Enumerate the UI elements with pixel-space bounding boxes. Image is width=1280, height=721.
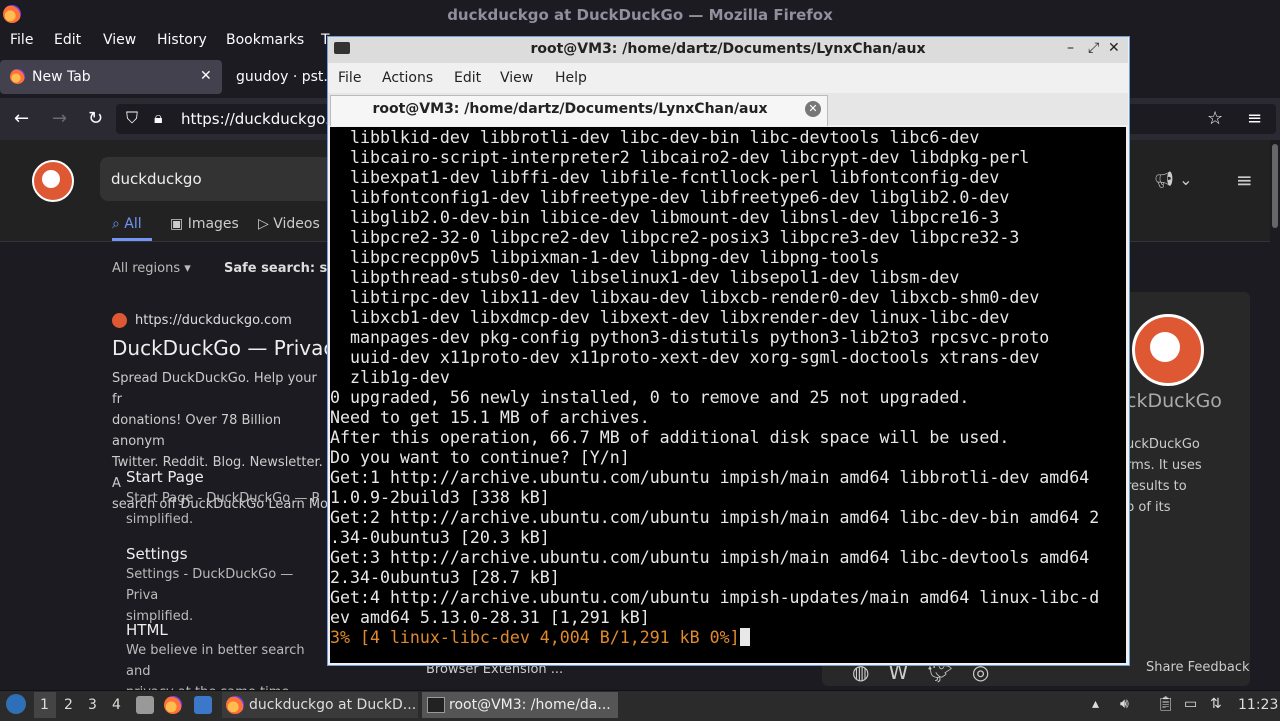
sitelink-desc-line: simplified. bbox=[126, 512, 194, 527]
tab-all-label: All bbox=[124, 216, 142, 232]
start-menu-icon[interactable] bbox=[6, 694, 26, 714]
megaphone-icon[interactable]: ⌄ 📢︎ ⌄ bbox=[1120, 170, 1193, 189]
reload-icon[interactable]: ↻ bbox=[88, 108, 103, 129]
tab-guudoy[interactable]: guudoy · pst.n bbox=[236, 69, 337, 85]
sitelink-settings[interactable]: Settings bbox=[126, 545, 188, 563]
clipboard-icon[interactable]: 📋︎ bbox=[1157, 696, 1175, 712]
minimize-icon[interactable]: – bbox=[1067, 40, 1074, 56]
menu-file[interactable]: File bbox=[10, 32, 33, 48]
sitelink-start-page-desc: Start Page - DuckDuckGo — P simplified. bbox=[126, 488, 326, 530]
workspace-3[interactable]: 3 bbox=[88, 697, 97, 713]
tab-images-label: Images bbox=[187, 216, 239, 232]
tab-all[interactable]: ⌕ All bbox=[112, 216, 142, 232]
lock-icon[interactable]: 🔒︎ bbox=[154, 108, 163, 128]
close-tab-icon[interactable]: ✕ bbox=[200, 68, 212, 84]
duck-face-icon bbox=[1150, 332, 1180, 362]
firefox-launcher-icon[interactable] bbox=[164, 696, 182, 714]
duck-face-icon bbox=[42, 170, 60, 188]
terminal-output-text: libblkid-dev libbrotli-dev libc-dev-bin … bbox=[330, 128, 1100, 627]
terminal-menu-help[interactable]: Help bbox=[555, 70, 587, 86]
menu-view[interactable]: View bbox=[103, 32, 136, 48]
knowledge-panel-snippet: uckDuckGo rms. It uses results to p of i… bbox=[1126, 434, 1226, 518]
region-dropdown[interactable]: All regions ▾ bbox=[112, 261, 191, 276]
region-label: All regions bbox=[112, 261, 181, 276]
close-window-icon[interactable]: ✕ bbox=[1108, 40, 1120, 56]
tab-images[interactable]: ▣ Images bbox=[170, 216, 239, 232]
result-url[interactable]: https://duckduckgo.com bbox=[135, 313, 292, 328]
knowledge-panel-title: ckDuckGo bbox=[1126, 390, 1222, 412]
terminal-task-icon bbox=[427, 697, 445, 713]
terminal-output[interactable]: libblkid-dev libbrotli-dev libc-dev-bin … bbox=[330, 128, 1126, 648]
workspace-4[interactable]: 4 bbox=[112, 697, 121, 713]
snippet-line: Spread DuckDuckGo. Help your fr bbox=[112, 371, 317, 407]
sitelink-html[interactable]: HTML bbox=[126, 621, 168, 639]
terminal-tab-label: root@VM3: /home/dartz/Documents/LynxChan… bbox=[372, 101, 768, 117]
search-input[interactable]: duckduckgo bbox=[111, 170, 202, 188]
firefox-task-icon bbox=[226, 696, 244, 714]
kp-snippet-line: uckDuckGo bbox=[1126, 437, 1200, 452]
workspace-1[interactable]: 1 bbox=[40, 697, 49, 713]
search-icon: ⌕ bbox=[112, 216, 125, 232]
firefox-tab-icon bbox=[10, 69, 25, 84]
kp-snippet-line: results to bbox=[1126, 479, 1187, 494]
back-icon[interactable]: ← bbox=[14, 108, 29, 129]
bookmark-star-icon[interactable]: ☆ bbox=[1207, 108, 1223, 129]
show-desktop-icon[interactable] bbox=[136, 696, 154, 714]
firefox-window-title: duckduckgo at DuckDuckGo — Mozilla Firef… bbox=[447, 6, 833, 24]
tab-videos[interactable]: ▷ Videos bbox=[258, 216, 320, 232]
result-title[interactable]: DuckDuckGo — Privacy bbox=[112, 336, 346, 360]
menu-history[interactable]: History bbox=[157, 32, 207, 48]
image-icon: ▣ bbox=[170, 216, 188, 232]
maximize-icon[interactable]: ⤢ bbox=[1088, 40, 1099, 56]
share-feedback-link[interactable]: Share Feedback bbox=[1146, 660, 1250, 675]
snippet-line: donations! Over 78 Billion anonym bbox=[112, 413, 282, 449]
display-icon[interactable]: ▭ bbox=[1184, 696, 1197, 712]
sitelink-desc-line: We believe in better search and bbox=[126, 643, 305, 679]
forward-icon[interactable]: → bbox=[52, 108, 67, 129]
file-manager-icon[interactable] bbox=[194, 696, 212, 714]
download-progress-line: 3% [4 linux-libc-dev 4,004 B/1,291 kB 0%… bbox=[330, 628, 740, 647]
url-text[interactable]: https://duckduckgo.c bbox=[181, 110, 338, 128]
sitelink-start-page[interactable]: Start Page bbox=[126, 468, 204, 486]
result-favicon-icon bbox=[112, 313, 127, 328]
play-icon: ▷ bbox=[258, 216, 274, 232]
ddg-menu-icon[interactable]: ≡ bbox=[1236, 168, 1253, 192]
menu-edit[interactable]: Edit bbox=[54, 32, 81, 48]
kp-snippet-line: p of its bbox=[1126, 500, 1171, 515]
taskbar bbox=[0, 690, 1280, 721]
sitelink-desc-line: Settings - DuckDuckGo — Priva bbox=[126, 567, 294, 603]
terminal-window-title: root@VM3: /home/dartz/Documents/LynxChan… bbox=[530, 41, 926, 57]
tab-new-tab-label: New Tab bbox=[32, 69, 91, 85]
terminal-menu-file[interactable]: File bbox=[338, 70, 361, 86]
shield-icon[interactable]: ⛉ bbox=[126, 108, 138, 128]
terminal-menubar bbox=[328, 64, 1128, 92]
sitelink-settings-desc: Settings - DuckDuckGo — Priva simplified… bbox=[126, 564, 326, 627]
tab-all-underline bbox=[112, 238, 152, 241]
menu-bookmarks[interactable]: Bookmarks bbox=[226, 32, 304, 48]
sitelink-desc-line: Start Page - DuckDuckGo — P bbox=[126, 491, 320, 506]
kp-snippet-line: rms. It uses bbox=[1126, 458, 1202, 473]
clock[interactable]: 11:23 bbox=[1238, 697, 1278, 713]
terminal-menu-edit[interactable]: Edit bbox=[454, 70, 481, 86]
terminal-cursor bbox=[739, 628, 750, 646]
network-icon[interactable]: ⇅ bbox=[1210, 696, 1222, 712]
task-terminal-label: root@VM3: /home/da... bbox=[449, 697, 611, 713]
tab-videos-label: Videos bbox=[273, 216, 320, 232]
workspace-2[interactable]: 2 bbox=[64, 697, 73, 713]
terminal-menu-actions[interactable]: Actions bbox=[382, 70, 433, 86]
scrollbar-thumb[interactable] bbox=[1272, 144, 1278, 228]
chevron-down-icon: ▾ bbox=[180, 261, 191, 276]
terminal-menu-view[interactable]: View bbox=[500, 70, 533, 86]
task-firefox-label: duckduckgo at DuckD... bbox=[249, 697, 417, 713]
close-tab-icon[interactable]: ✕ bbox=[805, 101, 821, 117]
app-menu-icon[interactable]: ≡ bbox=[1247, 108, 1262, 129]
volume-icon[interactable]: 🔊︎ bbox=[1120, 696, 1129, 712]
tray-menu-icon[interactable]: ▴ bbox=[1092, 696, 1099, 712]
